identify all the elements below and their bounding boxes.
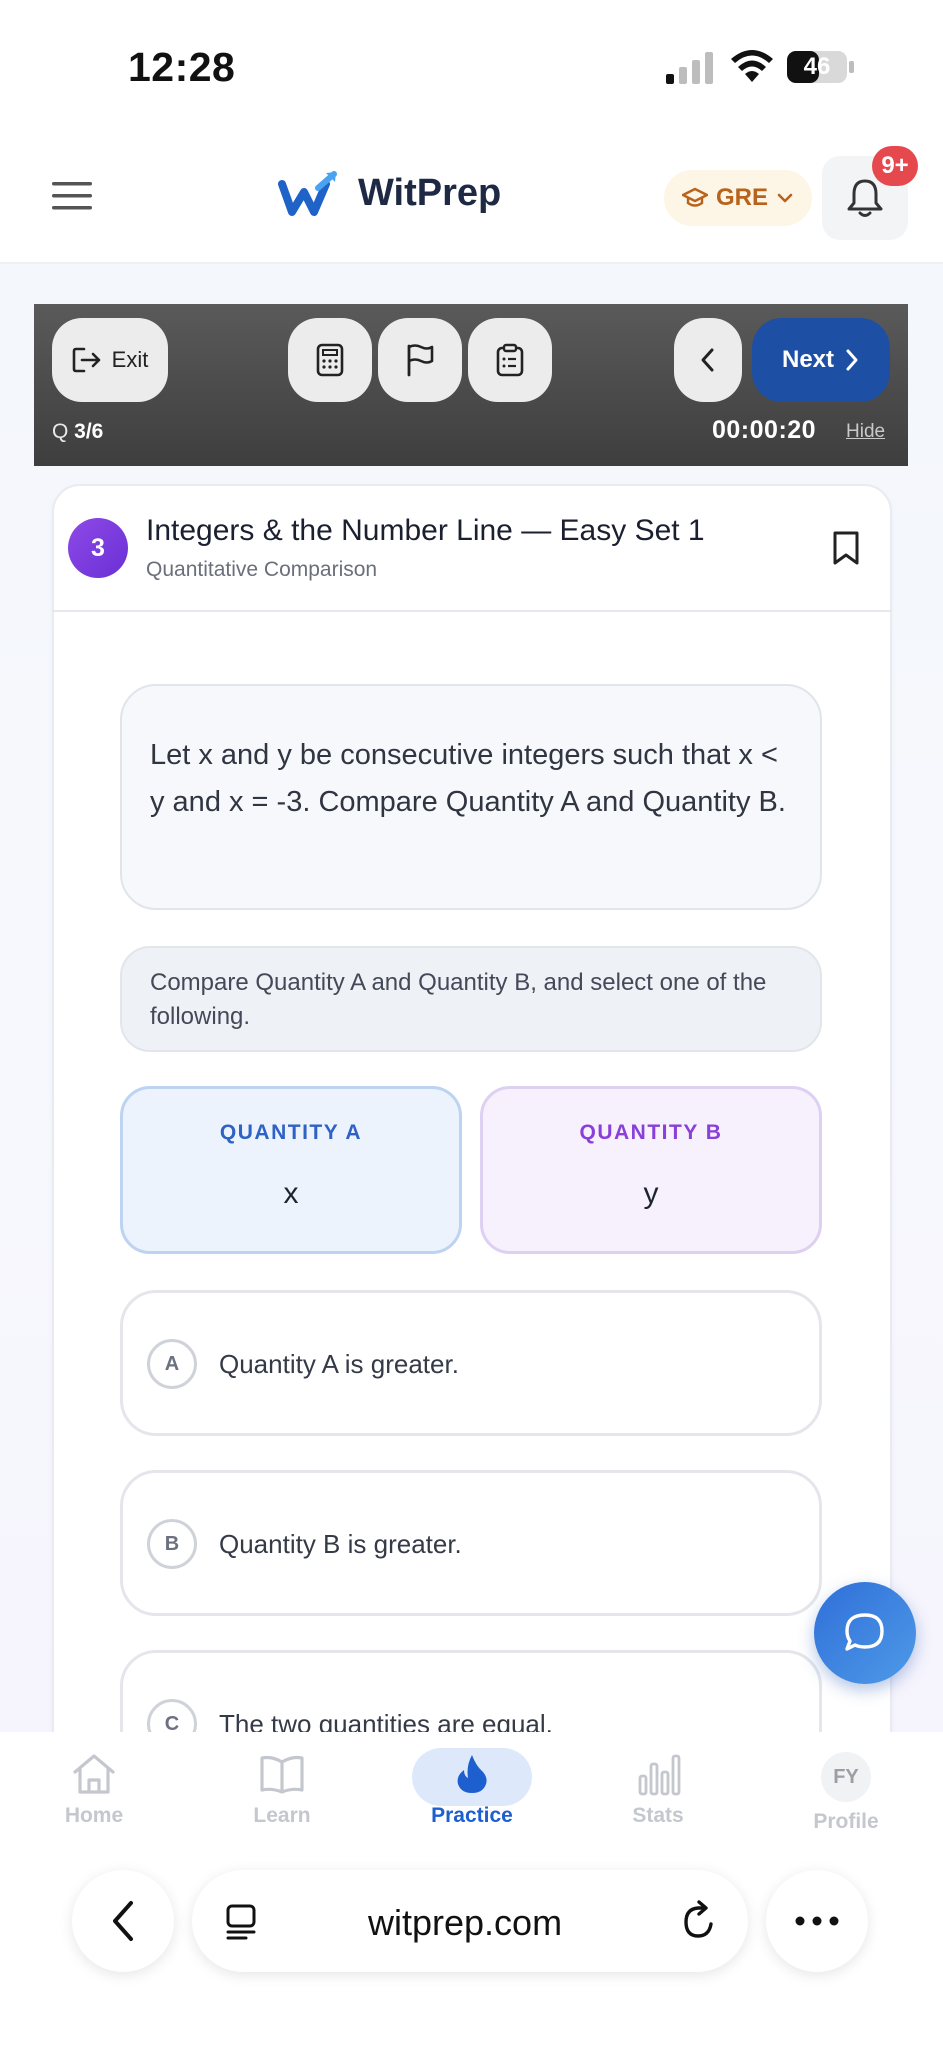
status-time: 12:28: [128, 44, 236, 90]
exit-button[interactable]: Exit: [52, 318, 168, 402]
notification-badge: 9+: [872, 146, 918, 186]
nav-label: Learn: [253, 1804, 311, 1827]
url-text[interactable]: witprep.com: [368, 1902, 562, 1944]
set-title: Integers & the Number Line — Easy Set 1: [146, 514, 705, 547]
question-counter: Q 3/6: [52, 420, 103, 444]
book-icon: [260, 1755, 304, 1794]
witprep-logo-icon[interactable]: [278, 170, 342, 220]
next-button[interactable]: Next: [752, 318, 890, 402]
clipboard-icon: [496, 343, 524, 377]
nav-label: Home: [64, 1804, 124, 1827]
more-options-button[interactable]: [766, 1870, 868, 1972]
nav-label: Stats: [632, 1804, 684, 1827]
question-prefix: Q: [52, 420, 75, 443]
question-stem: Let x and y be consecutive integers such…: [120, 684, 822, 910]
quantity-b-label: QUANTITY B: [579, 1121, 723, 1144]
ellipsis-icon: [795, 1916, 839, 1926]
exit-label: Exit: [111, 347, 149, 372]
timer: 00:00:20: [712, 416, 817, 444]
calculator-button[interactable]: [288, 318, 372, 402]
answer-option-b[interactable]: B Quantity B is greater.: [120, 1470, 822, 1616]
quantity-a-value: x: [283, 1177, 299, 1210]
battery-level: 46: [803, 53, 831, 80]
quantity-a-card: QUANTITY A x: [120, 1086, 462, 1254]
calculator-icon: [316, 343, 344, 377]
cellular-signal-icon: [666, 52, 713, 84]
option-text: Quantity B is greater.: [219, 1529, 462, 1559]
question-count: 3/6: [74, 420, 104, 443]
review-list-button[interactable]: [468, 318, 552, 402]
quantity-a-label: QUANTITY A: [219, 1121, 363, 1144]
flame-icon: [457, 1755, 487, 1793]
graduation-cap-icon: [681, 187, 708, 207]
option-letter: A: [147, 1339, 197, 1389]
nav-learn[interactable]: Learn: [222, 1752, 342, 1848]
tab-overview-icon[interactable]: [222, 1902, 262, 1942]
option-text: Quantity A is greater.: [219, 1349, 459, 1379]
divider: [52, 610, 892, 612]
exam-selector[interactable]: GRE: [664, 170, 812, 226]
bell-icon: [847, 179, 883, 217]
option-letter: B: [147, 1519, 197, 1569]
exam-label: GRE: [715, 184, 768, 211]
nav-practice[interactable]: Practice: [412, 1752, 532, 1848]
quantity-b-card: QUANTITY B y: [480, 1086, 822, 1254]
nav-profile[interactable]: FY Profile: [786, 1752, 906, 1848]
flag-icon: [407, 344, 434, 377]
exit-icon: [72, 347, 100, 373]
battery-indicator: 46: [786, 50, 856, 84]
question-type: Quantitative Comparison: [146, 558, 378, 581]
next-label: Next: [781, 346, 835, 373]
bookmark-icon[interactable]: [830, 530, 862, 566]
wifi-icon: [731, 50, 773, 82]
question-instruction: Compare Quantity A and Quantity B, and s…: [120, 946, 822, 1052]
reload-icon[interactable]: [678, 1900, 720, 1942]
chevron-left-icon: [701, 348, 714, 372]
chat-bubble-icon: [845, 1613, 884, 1651]
brand-name[interactable]: WitPrep: [358, 172, 501, 215]
home-icon: [73, 1754, 115, 1794]
question-number-badge: 3: [68, 518, 128, 578]
chat-button[interactable]: [814, 1582, 916, 1684]
previous-button[interactable]: [674, 318, 742, 402]
nav-label: Practice: [431, 1804, 513, 1827]
chevron-left-icon: [113, 1901, 133, 1941]
browser-back-button[interactable]: [72, 1870, 174, 1972]
answer-option-a[interactable]: A Quantity A is greater.: [120, 1290, 822, 1436]
nav-label: Profile: [813, 1810, 879, 1833]
chevron-right-icon: [846, 349, 858, 371]
avatar: FY: [821, 1752, 871, 1802]
bar-chart-icon: [638, 1754, 681, 1796]
chevron-down-icon: [777, 193, 793, 203]
hamburger-menu-icon[interactable]: [50, 176, 96, 216]
hide-timer-link[interactable]: Hide: [846, 421, 885, 443]
nav-stats[interactable]: Stats: [598, 1752, 718, 1848]
flag-button[interactable]: [378, 318, 462, 402]
nav-home[interactable]: Home: [34, 1752, 154, 1848]
quantity-b-value: y: [643, 1177, 659, 1210]
